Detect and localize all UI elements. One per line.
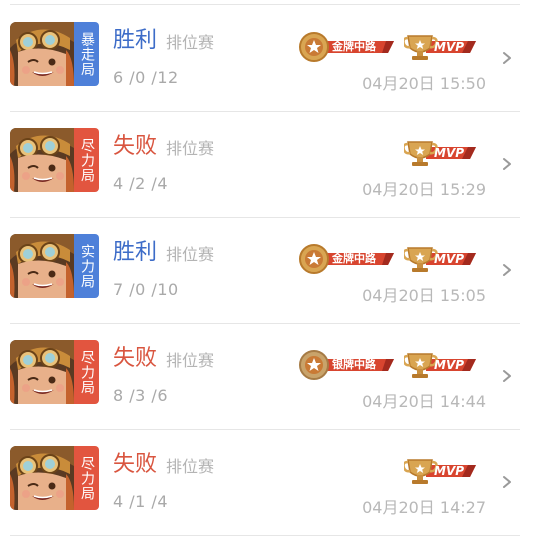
mode-tag: 暴走局 (74, 22, 99, 86)
mvp-label: MVP (434, 358, 465, 372)
match-result: 胜利 (113, 240, 158, 265)
medal-icon: 银牌中路 (298, 348, 398, 382)
trophy-icon: MVP (402, 454, 478, 488)
trophy-icon: MVP (402, 30, 478, 64)
trophy-icon: MVP (402, 136, 478, 170)
match-time: 04月20日 15:29 (362, 180, 486, 199)
match-type: 排位赛 (166, 139, 215, 158)
hero-avatar (10, 340, 74, 404)
mode-tag: 尽力局 (74, 340, 99, 404)
match-time: 04月20日 15:50 (362, 74, 486, 93)
medal-icon: 金牌中路 (298, 242, 398, 276)
row-divider (10, 535, 520, 536)
medal-icon: 金牌中路 (298, 30, 398, 64)
match-row[interactable]: 尽力局 失败 排位赛 4 /1 /4 MVP 04月20日 14:27 (0, 430, 534, 536)
kda-stats: 6 /0 /12 (113, 68, 179, 87)
kda-stats: 8 /3 /6 (113, 386, 168, 405)
chevron-right-icon[interactable] (500, 262, 514, 276)
mvp-label: MVP (434, 40, 465, 54)
top-divider (10, 4, 520, 5)
chevron-right-icon[interactable] (500, 156, 514, 170)
hero-avatar (10, 22, 74, 86)
mode-tag: 尽力局 (74, 128, 99, 192)
mode-tag: 尽力局 (74, 446, 99, 510)
match-result: 失败 (113, 346, 158, 371)
kda-stats: 4 /1 /4 (113, 492, 168, 511)
chevron-right-icon[interactable] (500, 368, 514, 382)
chevron-right-icon[interactable] (500, 474, 514, 488)
chevron-right-icon[interactable] (500, 50, 514, 64)
hero-avatar (10, 234, 74, 298)
medal-label: 金牌中路 (332, 40, 376, 53)
hero-avatar (10, 446, 74, 510)
match-type: 排位赛 (166, 351, 215, 370)
mvp-label: MVP (434, 252, 465, 266)
trophy-icon: MVP (402, 242, 478, 276)
match-result: 胜利 (113, 28, 158, 53)
match-time: 04月20日 14:44 (362, 392, 486, 411)
medal-label: 银牌中路 (332, 358, 376, 371)
kda-stats: 7 /0 /10 (113, 280, 179, 299)
match-row[interactable]: 尽力局 失败 排位赛 4 /2 /4 MVP 04月20日 15:29 (0, 112, 534, 218)
kda-stats: 4 /2 /4 (113, 174, 168, 193)
match-time: 04月20日 14:27 (362, 498, 486, 517)
hero-avatar (10, 128, 74, 192)
medal-label: 金牌中路 (332, 252, 376, 265)
match-type: 排位赛 (166, 33, 215, 52)
match-result: 失败 (113, 452, 158, 477)
mode-tag: 实力局 (74, 234, 99, 298)
match-type: 排位赛 (166, 245, 215, 264)
match-type: 排位赛 (166, 457, 215, 476)
mvp-label: MVP (434, 146, 465, 160)
match-result: 失败 (113, 134, 158, 159)
match-time: 04月20日 15:05 (362, 286, 486, 305)
match-row[interactable]: 尽力局 失败 排位赛 8 /3 /6 银牌中路 MVP 04月20日 14:44 (0, 324, 534, 430)
match-row[interactable]: 实力局 胜利 排位赛 7 /0 /10 金牌中路 MVP 04月20日 15:0… (0, 218, 534, 324)
mvp-label: MVP (434, 464, 465, 478)
match-row[interactable]: 暴走局 胜利 排位赛 6 /0 /12 金牌中路 MVP 04月20日 15:5… (0, 6, 534, 112)
trophy-icon: MVP (402, 348, 478, 382)
